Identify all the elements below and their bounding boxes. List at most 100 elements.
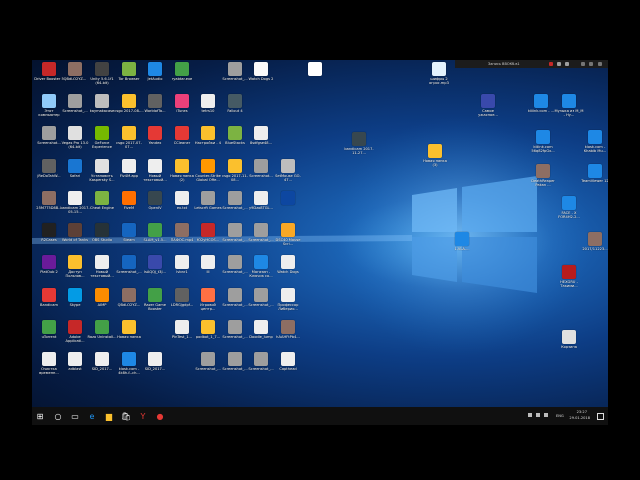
clock-date[interactable]: 29.01.2018 <box>569 416 590 420</box>
desktop-icon[interactable]: SID_2017... <box>87 352 117 385</box>
desktop-icon[interactable]: Новая папка (3) <box>420 144 450 177</box>
desktop-icon[interactable]: adblast <box>60 352 90 385</box>
desktop-icon[interactable]: DeathReaper Pakan ... <box>528 164 558 197</box>
desktop-icon[interactable]: DSC40 Mouse Scri... <box>273 223 303 256</box>
search-button[interactable]: ○ <box>52 410 64 422</box>
desktop-icon[interactable]: Letscrft Games <box>193 191 223 224</box>
desktop-icon[interactable]: WorldofTa... <box>140 94 170 127</box>
desktop-icon[interactable]: SetMouse GO-47... <box>273 159 303 192</box>
chevron-up-icon[interactable] <box>528 413 532 417</box>
desktop-icon[interactable]: y9Dzo8TGL... <box>246 191 276 224</box>
desktop-icon[interactable]: Screenshot_... <box>60 94 90 127</box>
desktop-icon[interactable]: SID_2017... <box>140 352 170 385</box>
notifications-icon[interactable] <box>597 413 604 420</box>
app-icon <box>228 191 242 205</box>
desktop-icon[interactable]: Игровой центр... <box>193 288 223 321</box>
desktop-icon[interactable]: Watch Dogs <box>273 255 303 288</box>
desktop-icon[interactable]: SLAM_v1.5... <box>140 223 170 256</box>
minimize-icon[interactable] <box>581 62 585 66</box>
desktop-icon[interactable]: Watch Dogs 2 <box>246 62 276 95</box>
network-icon[interactable] <box>536 413 540 417</box>
desktop-icon[interactable]: Fallout 4 <box>220 94 250 127</box>
desktop-icon[interactable]: TeamViewer 12 <box>580 164 608 197</box>
settings-icon[interactable] <box>565 62 569 66</box>
desktop-icon[interactable]: Yandex <box>140 126 170 159</box>
desktop-icon[interactable]: Корзина <box>554 330 584 363</box>
yandex-button[interactable]: Y <box>137 410 149 422</box>
desktop-icon[interactable]: kiosk.com - Khabib Mu... <box>580 130 608 163</box>
pause-icon[interactable] <box>557 62 561 66</box>
desktop-icon[interactable]: AIMP <box>87 288 117 321</box>
desktop-icon[interactable]: Настройки - 4 <box>193 126 223 159</box>
desktop-icon[interactable]: bandicam 2017-11-27... <box>344 132 374 165</box>
desktop-icon[interactable]: Screenshot... <box>246 159 276 192</box>
desktop-icon[interactable]: Capthead <box>273 352 303 385</box>
desktop-icon[interactable]: Razo Uninstall... <box>87 320 117 353</box>
desktop-icon[interactable]: podbot_1_7... <box>193 320 223 353</box>
desktop-icon[interactable]: Профессор Либерио... <box>273 288 303 321</box>
desktop-icon[interactable]: Razer Game Booster <box>140 288 170 321</box>
edge-button[interactable]: e <box>86 410 98 422</box>
desktop-icon[interactable]: GeForce Experience <box>87 126 117 159</box>
desktop-icon[interactable]: Новый текстовый... <box>140 159 170 192</box>
desktop-icon[interactable]: Vegas Pro 13.0 (64-bit) <box>60 126 90 159</box>
desktop-icon[interactable]: ryabtar.exe <box>167 62 197 95</box>
desktop-icon[interactable]: kaymakacase <box>87 94 117 127</box>
desktop-icon[interactable]: 1-VLA-... <box>447 232 477 265</box>
explorer-button[interactable]: ▆ <box>103 410 115 422</box>
app-icon <box>432 62 446 76</box>
desktop-icon[interactable]: Screenshot_... <box>246 288 276 321</box>
desktop-icon[interactable]: Магазин - Ключик со... <box>246 255 276 288</box>
desktop-icon[interactable] <box>273 191 303 224</box>
desktop-icon[interactable]: World of Tanks <box>60 223 90 256</box>
desktop-icon[interactable]: 8sdfgse48... <box>246 126 276 159</box>
desktop-icon[interactable]: JetAudio <box>140 62 170 95</box>
desktop-icon[interactable]: OpenIV <box>140 191 170 224</box>
desktop-icon[interactable]: Музыка из М_М - Ну... <box>554 94 584 127</box>
bandicam-button[interactable]: ● <box>154 410 166 422</box>
desktop-icon[interactable] <box>300 62 330 95</box>
desktop-icon[interactable]: Cheat Engine <box>87 191 117 224</box>
desktop-icon[interactable]: Screenshot_... <box>193 352 223 385</box>
desktop-icon[interactable]: kiiiink.com 56q82fpGx... <box>528 130 558 163</box>
language-indicator[interactable]: ENG <box>556 414 564 418</box>
desktop-icon[interactable]: Doodle_lump <box>246 320 276 353</box>
desktop-icon-label: Screenshot_... <box>62 109 88 113</box>
desktop-icon[interactable]: Новый текстовый... <box>87 255 117 288</box>
record-icon[interactable] <box>549 62 553 66</box>
app-icon <box>228 62 242 76</box>
desktop-icon[interactable]: lsAQQj_t3J... <box>140 255 170 288</box>
desktop-icon[interactable]: kiiiink.com - ... <box>526 94 556 127</box>
close-icon[interactable] <box>598 62 602 66</box>
pin-icon[interactable] <box>589 62 593 66</box>
desktop-icon[interactable]: Skype <box>60 288 90 321</box>
desktop-icon[interactable]: FACE - X FOR4H2-2... <box>554 196 584 229</box>
desktop-icon[interactable]: OBS Studio <box>87 223 117 256</box>
desktop-icon[interactable]: tetrs10 <box>193 94 223 127</box>
start-button[interactable]: ⊞ <box>34 410 46 422</box>
desktop-icon[interactable]: fO2yHCOS... <box>193 223 223 256</box>
desktop-icon[interactable]: Доступ Пользов... <box>60 255 90 288</box>
app-icon <box>122 288 136 302</box>
desktop-icon[interactable]: Screenshot_... <box>246 223 276 256</box>
desktop-icon[interactable]: lll <box>193 255 223 288</box>
desktop-icon[interactable]: Screenshot_... <box>246 352 276 385</box>
desktop-icon[interactable]: 2017/11223... <box>580 232 608 265</box>
desktop-icon[interactable]: Новая папка <box>114 320 144 353</box>
task-view-button[interactable]: ▭ <box>69 410 81 422</box>
desktop-icon[interactable]: hAAHFtPb4... <box>273 320 303 353</box>
store-button[interactable]: 🛍 <box>120 410 132 422</box>
desktop-icon[interactable]: Adobe Applicati... <box>60 320 90 353</box>
clock-time[interactable]: 23:27 <box>577 410 587 414</box>
desktop-icon[interactable]: Unity 5.6.1f1 (64-bit) <box>87 62 117 95</box>
volume-icon[interactable] <box>544 413 548 417</box>
desktop-icon[interactable]: QBdLO2YZ... <box>60 62 90 95</box>
desktop-icon[interactable]: bandicam 2017-05-15... <box>60 191 90 224</box>
desktop-icon[interactable]: Safari <box>60 159 90 192</box>
desktop-icon[interactable]: HEXGRU - Такими... <box>554 265 584 298</box>
desktop-icon[interactable]: шифры 2 огрос.mp3 <box>424 62 454 95</box>
desktop-icon[interactable]: Counter-Strike Global Offe... <box>193 159 223 192</box>
media-player-window[interactable]: Запись ВВОКб.в1 <box>455 60 608 68</box>
desktop-icon[interactable]: Установить Kaspersky S... <box>87 159 117 192</box>
desktop-icon[interactable]: Самое ужасное... <box>473 94 503 127</box>
